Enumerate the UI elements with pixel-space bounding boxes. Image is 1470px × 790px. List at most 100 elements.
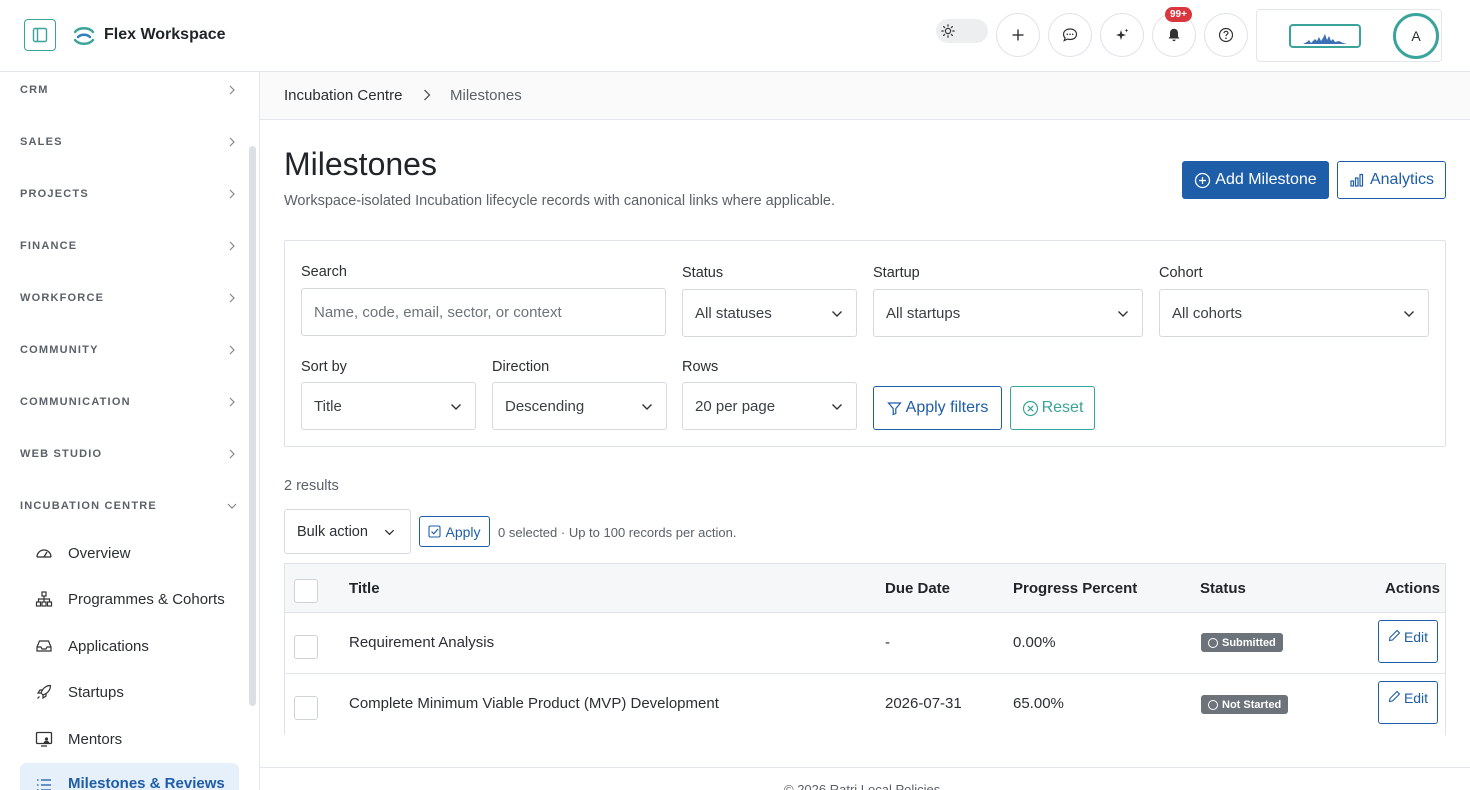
section-label: INCUBATION CENTRE [20, 500, 157, 512]
status-badge-label: Not Started [1222, 698, 1282, 711]
plus-circle-icon [1195, 172, 1211, 188]
section-label: PROJECTS [20, 188, 89, 200]
sidebar-scrollbar[interactable] [249, 146, 256, 706]
sidebar-section-projects[interactable]: PROJECTS [20, 184, 240, 204]
sidebar-section-communication[interactable]: COMMUNICATION [20, 392, 240, 412]
row-due-date: 2026-07-31 [885, 695, 962, 712]
row-title[interactable]: Complete Minimum Viable Product (MVP) De… [349, 695, 719, 712]
page-subtitle: Workspace-isolated Incubation lifecycle … [284, 193, 836, 209]
bell-icon [1168, 28, 1180, 42]
sidebar-section-incubation-centre[interactable]: INCUBATION CENTRE [20, 496, 240, 516]
filter-icon [886, 401, 902, 415]
theme-toggle[interactable] [936, 19, 988, 43]
row-checkbox[interactable] [294, 696, 318, 720]
messages-button[interactable] [1048, 13, 1092, 57]
bar-chart-icon [1350, 173, 1364, 187]
cohort-select-value: All cohorts [1172, 304, 1243, 322]
column-header-status[interactable]: Status [1200, 580, 1246, 597]
bulk-apply-button[interactable]: Apply [419, 516, 490, 547]
status-select-value: All statuses [695, 304, 772, 322]
brand-logo-icon [73, 27, 95, 45]
status-badge-label: Submitted [1222, 636, 1276, 649]
sidebar-section-crm[interactable]: CRM [20, 80, 240, 100]
reset-label: Reset [1041, 399, 1084, 416]
apply-filters-button[interactable]: Apply filters [873, 386, 1002, 430]
bulk-action-select[interactable]: Bulk action [284, 509, 411, 554]
chevron-down-icon [1404, 311, 1414, 317]
sidebar-item-programmes-cohorts[interactable]: Programmes & Cohorts [34, 582, 239, 616]
row-progress: 0.00% [1013, 634, 1056, 651]
sidebar-item-overview[interactable]: Overview [34, 536, 239, 570]
chevron-right-icon [229, 397, 235, 407]
select-all-checkbox[interactable] [294, 579, 318, 603]
startup-label: Startup [873, 265, 920, 281]
pencil-icon [1388, 629, 1401, 642]
edit-button[interactable]: Edit [1378, 620, 1438, 663]
search-input[interactable]: Name, code, email, sector, or context [301, 288, 666, 336]
table-header: Title Due Date Progress Percent Status A… [285, 564, 1445, 613]
direction-value: Descending [505, 397, 585, 415]
status-select[interactable]: All statuses [682, 289, 857, 337]
chevron-down-icon [451, 404, 461, 410]
row-title[interactable]: Requirement Analysis [349, 634, 494, 651]
sidebar-section-community[interactable]: COMMUNITY [20, 340, 240, 360]
reset-button[interactable]: Reset [1010, 386, 1095, 430]
column-header-progress[interactable]: Progress Percent [1013, 580, 1137, 597]
sidebar-item-label: Overview [68, 544, 131, 562]
direction-select[interactable]: Descending [492, 382, 667, 430]
breadcrumb: Incubation Centre Milestones [260, 72, 1470, 120]
pencil-icon [1388, 690, 1401, 703]
avatar[interactable]: A [1393, 13, 1439, 59]
chevron-down-icon [227, 503, 237, 509]
inbox-icon [34, 636, 54, 656]
column-header-title[interactable]: Title [349, 580, 380, 597]
chevron-down-icon [1118, 311, 1128, 317]
presentation-icon [34, 729, 54, 749]
dashboard-icon [34, 543, 54, 563]
status-badge: Submitted [1201, 633, 1283, 652]
page-title: Milestones [284, 146, 437, 182]
breadcrumb-parent-link[interactable]: Incubation Centre [284, 87, 402, 104]
ai-assistant-button[interactable] [1100, 13, 1144, 57]
sidebar-section-workforce[interactable]: WORKFORCE [20, 288, 240, 308]
chevron-down-icon [642, 404, 652, 410]
list-icon [34, 775, 54, 790]
rows-label: Rows [682, 359, 719, 375]
cohort-select[interactable]: All cohorts [1159, 289, 1429, 337]
section-label: CRM [20, 84, 49, 96]
check-square-icon [428, 525, 442, 538]
sort-by-select[interactable]: Title [301, 382, 476, 430]
sparkles-icon [1116, 28, 1129, 40]
status-circle-icon [1208, 699, 1218, 710]
sidebar-item-milestones-reviews[interactable]: Milestones & Reviews [20, 763, 239, 790]
user-menu[interactable]: A [1256, 9, 1442, 62]
chevron-right-icon [424, 89, 431, 101]
create-button[interactable] [996, 13, 1040, 57]
help-button[interactable] [1204, 13, 1248, 57]
apply-filters-label: Apply filters [905, 399, 989, 416]
sidebar-item-label: Milestones & Reviews [68, 775, 225, 790]
sidebar-section-sales[interactable]: SALES [20, 132, 240, 152]
milestones-table: Title Due Date Progress Percent Status A… [284, 563, 1446, 735]
startup-select[interactable]: All startups [873, 289, 1143, 337]
breadcrumb-current: Milestones [450, 87, 522, 104]
sidebar-item-applications[interactable]: Applications [34, 629, 239, 663]
table-row: Complete Minimum Viable Product (MVP) De… [285, 674, 1445, 735]
sidebar-toggle-button[interactable] [24, 19, 56, 51]
status-circle-icon [1208, 637, 1218, 648]
add-milestone-button[interactable]: Add Milestone [1182, 161, 1329, 199]
rows-select[interactable]: 20 per page [682, 382, 857, 430]
sidebar-item-startups[interactable]: Startups [34, 675, 239, 709]
sparkline-chart-icon [1303, 34, 1347, 44]
search-label: Search [301, 264, 347, 280]
row-checkbox[interactable] [294, 635, 318, 659]
analytics-button[interactable]: Analytics [1337, 161, 1446, 199]
footer-divider [260, 767, 1470, 768]
column-header-due-date[interactable]: Due Date [885, 580, 950, 597]
section-label: FINANCE [20, 240, 78, 252]
sidebar-section-web-studio[interactable]: WEB STUDIO [20, 444, 240, 464]
sidebar-section-finance[interactable]: FINANCE [20, 236, 240, 256]
sidebar-item-mentors[interactable]: Mentors [34, 722, 239, 756]
sidebar-item-label: Mentors [68, 730, 123, 748]
edit-button[interactable]: Edit [1378, 681, 1438, 724]
